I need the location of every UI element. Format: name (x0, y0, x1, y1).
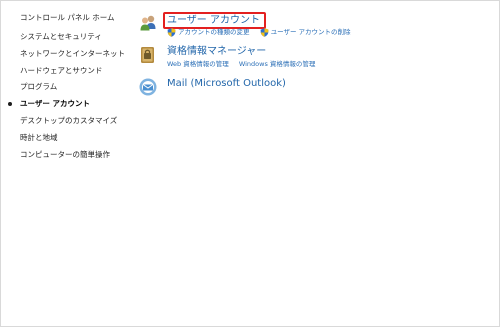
delete-user-account-link[interactable]: ユーザー アカウントの削除 (260, 28, 351, 37)
change-account-type-link[interactable]: アカウントの種類の変更 (167, 28, 250, 37)
sidebar: コントロール パネル ホーム システムとセキュリティ ネットワークとインターネッ… (8, 13, 130, 166)
uac-shield-icon (260, 28, 269, 37)
sidebar-item-programs[interactable]: プログラム (20, 82, 130, 91)
change-account-type-label: アカウントの種類の変更 (178, 28, 250, 36)
user-accounts-title-link[interactable]: ユーザー アカウント (163, 12, 266, 29)
sidebar-item-user-accounts[interactable]: ユーザー アカウント (8, 99, 130, 109)
manage-web-credentials-link[interactable]: Web 資格情報の管理 (167, 60, 229, 69)
uac-shield-icon (167, 28, 176, 37)
user-accounts-links: アカウントの種類の変更 ユーザー アカウントの削除 (167, 28, 359, 40)
mail-title-link[interactable]: Mail (Microsoft Outlook) (167, 77, 286, 91)
sidebar-item-clock-region[interactable]: 時計と地域 (20, 133, 130, 142)
sidebar-item-hardware-sound[interactable]: ハードウェアとサウンド (20, 66, 130, 75)
credential-manager-icon[interactable] (138, 45, 158, 65)
sidebar-item-desktop-customization[interactable]: デスクトップのカスタマイズ (20, 116, 130, 125)
current-bullet-icon (8, 102, 12, 107)
sidebar-list: システムとセキュリティ ネットワークとインターネット ハードウェアとサウンド プ… (8, 32, 130, 159)
sidebar-item-network-internet[interactable]: ネットワークとインターネット (20, 49, 130, 58)
credential-manager-links: Web 資格情報の管理 Windows 資格情報の管理 (167, 60, 323, 69)
users-icon[interactable] (138, 13, 158, 33)
sidebar-item-system-security[interactable]: システムとセキュリティ (20, 32, 130, 41)
sidebar-item-ease-of-access[interactable]: コンピューターの簡単操作 (20, 150, 130, 159)
mail-icon[interactable] (138, 77, 158, 97)
sidebar-home-link[interactable]: コントロール パネル ホーム (20, 13, 130, 22)
delete-user-account-label: ユーザー アカウントの削除 (270, 28, 351, 36)
control-panel-window: コントロール パネル ホーム システムとセキュリティ ネットワークとインターネッ… (0, 0, 500, 327)
sidebar-item-user-accounts-label: ユーザー アカウント (20, 99, 90, 109)
manage-windows-credentials-link[interactable]: Windows 資格情報の管理 (239, 60, 316, 69)
credential-manager-title-link[interactable]: 資格情報マネージャー (167, 45, 266, 59)
